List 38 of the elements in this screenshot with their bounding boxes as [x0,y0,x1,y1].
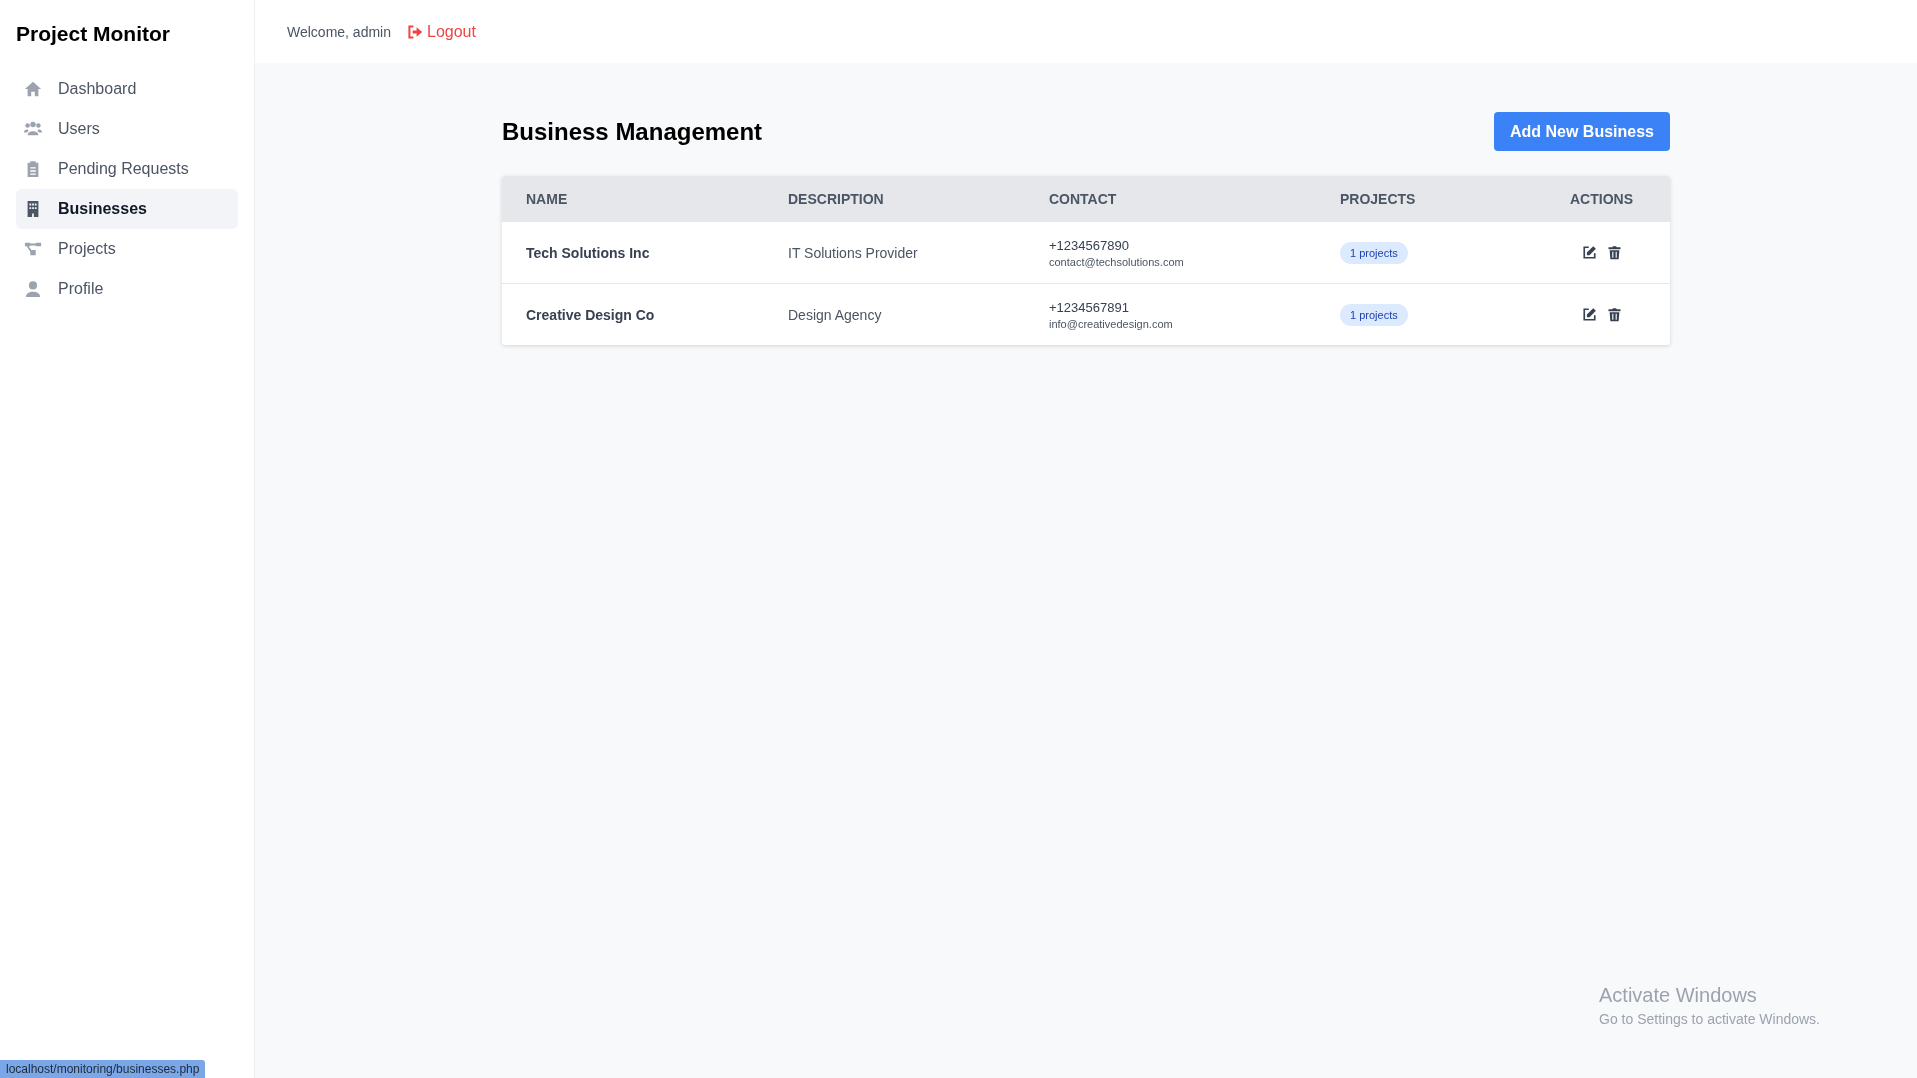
add-business-button[interactable]: Add New Business [1493,112,1670,151]
projects-badge: 1 projects [1340,303,1408,326]
activation-title: Activate Windows [1599,984,1758,1007]
activation-text: Go to Settings to activate Windows. [1599,1011,1820,1027]
column-header: ACTIONS [1569,190,1634,207]
phone-text: +1234567891 [1049,299,1129,315]
app-title: Project Monitor [16,21,171,47]
page-title: Business Management [502,117,763,146]
table-cell-text: Tech Solutions Inc [525,244,651,261]
logout-link[interactable]: Logout [407,22,476,41]
table-cell-text: IT Solutions Provider [787,244,919,261]
sitemap-icon [24,240,42,258]
email-text: info@creativedesign.com [1049,317,1173,330]
email-text: contact@techsolutions.com [1049,255,1184,268]
users-icon [24,120,42,138]
trash-icon[interactable] [1606,307,1622,322]
column-header: NAME [525,190,569,207]
edit-icon[interactable] [1581,245,1597,260]
sidebar-item[interactable]: Users [16,109,238,149]
edit-icon[interactable] [1581,307,1597,322]
sidebar-item[interactable]: Profile [16,269,238,309]
column-header: CONTACT [1048,190,1118,207]
user-icon [24,280,42,298]
table-cell-text: Creative Design Co [525,306,656,323]
logout-icon [407,23,423,40]
sidebar-item[interactable]: Projects [16,229,238,269]
sidebar-item[interactable]: Dashboard [16,69,238,109]
sidebar-item[interactable]: Businesses [16,189,238,229]
sidebar-item[interactable]: Pending Requests [16,149,238,189]
column-header: PROJECTS [1339,190,1417,207]
status-url: localhost/monitoring/businesses.php [0,1060,206,1078]
trash-icon[interactable] [1606,245,1622,260]
phone-text: +1234567890 [1049,237,1129,253]
column-header: DESCRIPTION [787,190,885,207]
home-icon [24,80,42,98]
welcome-text: Welcome, admin [287,23,391,40]
table-cell-text: Design Agency [787,306,883,323]
projects-badge: 1 projects [1340,241,1408,264]
